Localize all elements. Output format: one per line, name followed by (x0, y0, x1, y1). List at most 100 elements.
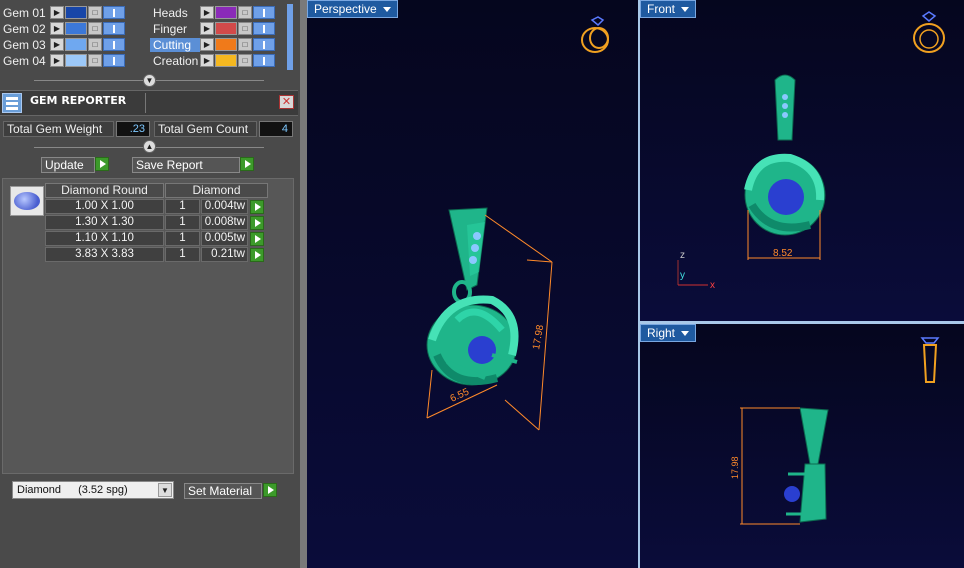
gem-size-cell: 1.00 X 1.00 (45, 199, 164, 214)
layer-color-swatch[interactable] (215, 22, 237, 35)
layer-color-swatch[interactable] (65, 54, 87, 67)
layer-label[interactable]: Gem 01 (0, 6, 50, 20)
collapse-layers-button[interactable]: ▼ (143, 74, 156, 87)
diamond-round-icon (10, 186, 44, 216)
lock-icon[interactable]: □ (88, 38, 102, 51)
layer-label[interactable]: Gem 04 (0, 54, 50, 68)
play-icon[interactable]: ▶ (50, 22, 64, 35)
set-material-button[interactable]: Set Material (184, 483, 262, 499)
viewport-perspective[interactable]: Perspective 6.55 17.98 (307, 0, 638, 568)
visibility-toggle[interactable] (103, 6, 125, 19)
visibility-toggle[interactable] (103, 54, 125, 67)
total-count-label: Total Gem Count (154, 121, 257, 137)
perspective-dim-b: 17.98 (531, 324, 546, 351)
play-icon[interactable]: ▶ (50, 6, 64, 19)
gem-qty-cell: 1 (165, 231, 200, 246)
lock-icon[interactable]: □ (88, 22, 102, 35)
lock-icon[interactable]: □ (88, 6, 102, 19)
visibility-toggle[interactable] (253, 38, 275, 51)
lock-icon[interactable]: □ (88, 54, 102, 67)
save-report-go-icon[interactable] (240, 157, 254, 171)
update-button[interactable]: Update (41, 157, 95, 173)
layer-label[interactable]: Cutting (150, 37, 200, 52)
layer-row-right[interactable]: Creation ▶ □ (150, 53, 275, 68)
lock-icon[interactable]: □ (238, 54, 252, 67)
lock-icon[interactable]: □ (238, 22, 252, 35)
play-icon[interactable]: ▶ (200, 22, 214, 35)
panel-splitter[interactable] (300, 0, 307, 568)
row-go-icon[interactable] (250, 216, 264, 230)
set-material-go-icon[interactable] (263, 483, 277, 497)
gem-weight-cell: 0.005tw (201, 231, 248, 246)
chevron-down-icon[interactable]: ▼ (158, 483, 172, 497)
layer-color-swatch[interactable] (65, 22, 87, 35)
reporter-title: GEM REPORTER (30, 94, 127, 107)
visibility-toggle[interactable] (103, 22, 125, 35)
gem-size-cell: 3.83 X 3.83 (45, 247, 164, 262)
viewport-front[interactable]: Front 8.52 z y x (640, 0, 964, 321)
gem-size-cell: 1.10 X 1.10 (45, 231, 164, 246)
layer-label[interactable]: Creation (150, 54, 200, 68)
visibility-toggle[interactable] (103, 38, 125, 51)
layer-label[interactable]: Heads (150, 6, 200, 20)
row-go-icon[interactable] (250, 248, 264, 262)
play-icon[interactable]: ▶ (50, 38, 64, 51)
pendant-model-perspective: 6.55 17.98 (426, 207, 553, 431)
layer-row-right[interactable]: Finger ▶ □ (150, 21, 275, 36)
layer-row-right[interactable]: Heads ▶ □ (150, 5, 275, 20)
reporter-header: GEM REPORTER ✕ (0, 90, 298, 116)
layer-label[interactable]: Finger (150, 22, 200, 36)
play-icon[interactable]: ▶ (200, 38, 214, 51)
row-go-icon[interactable] (250, 232, 264, 246)
layer-row-left[interactable]: Gem 02 ▶ □ (0, 21, 125, 36)
axis-y-label: y (680, 270, 685, 281)
material-select[interactable]: Diamond (3.52 spg) ▼ (12, 481, 174, 499)
layer-color-swatch[interactable] (65, 6, 87, 19)
layers-scroll-strip[interactable] (287, 4, 293, 70)
gem-weight-cell: 0.21tw (201, 247, 248, 262)
visibility-toggle[interactable] (253, 22, 275, 35)
col-header-shape: Diamond Round (45, 183, 164, 198)
gem-size-cell: 1.30 X 1.30 (45, 215, 164, 230)
total-weight-label: Total Gem Weight (3, 121, 114, 137)
viewport-right[interactable]: Right 17.98 (640, 324, 964, 568)
layer-row-right[interactable]: Cutting ▶ □ (150, 37, 275, 52)
play-icon[interactable]: ▶ (50, 54, 64, 67)
pendant-model-front: 8.52 z y x (677, 74, 826, 291)
front-dim: 8.52 (773, 248, 793, 259)
save-report-button[interactable]: Save Report (132, 157, 240, 173)
left-panel: Gem 01 ▶ □ Gem 02 ▶ □ Gem 03 ▶ □ Gem 04 ▶ □ Heads ▶ □… (0, 0, 300, 568)
col-header-material: Diamond (165, 183, 268, 198)
material-select-spg: (3.52 spg) (78, 484, 128, 496)
close-icon[interactable]: ✕ (279, 95, 294, 109)
visibility-toggle[interactable] (253, 54, 275, 67)
collapse-reporter-button[interactable]: ▲ (143, 140, 156, 153)
layer-color-swatch[interactable] (65, 38, 87, 51)
gem-table-area: Diamond Round Diamond 1.00 X 1.00 1 0.004t… (2, 178, 294, 474)
lock-icon[interactable]: □ (238, 38, 252, 51)
axis-z-label: z (680, 250, 685, 261)
layer-row-left[interactable]: Gem 04 ▶ □ (0, 53, 125, 68)
update-go-icon[interactable] (95, 157, 109, 171)
layer-color-swatch[interactable] (215, 54, 237, 67)
gem-qty-cell: 1 (165, 215, 200, 230)
layer-row-left[interactable]: Gem 03 ▶ □ (0, 37, 125, 52)
layer-label[interactable]: Gem 03 (0, 38, 50, 52)
lock-icon[interactable]: □ (238, 6, 252, 19)
play-icon[interactable]: ▶ (200, 54, 214, 67)
layer-color-swatch[interactable] (215, 6, 237, 19)
header-separator (145, 93, 146, 113)
row-go-icon[interactable] (250, 200, 264, 214)
visibility-toggle[interactable] (253, 6, 275, 19)
axis-x-label: x (710, 280, 715, 291)
layer-color-swatch[interactable] (215, 38, 237, 51)
play-icon[interactable]: ▶ (200, 6, 214, 19)
layer-row-left[interactable]: Gem 01 ▶ □ (0, 5, 125, 20)
total-weight-value: .23 (116, 121, 150, 137)
pendant-model-right: 17.98 (730, 407, 829, 525)
gem-weight-cell: 0.004tw (201, 199, 248, 214)
gem-weight-cell: 0.008tw (201, 215, 248, 230)
gem-qty-cell: 1 (165, 247, 200, 262)
layer-label[interactable]: Gem 02 (0, 22, 50, 36)
gem-qty-cell: 1 (165, 199, 200, 214)
